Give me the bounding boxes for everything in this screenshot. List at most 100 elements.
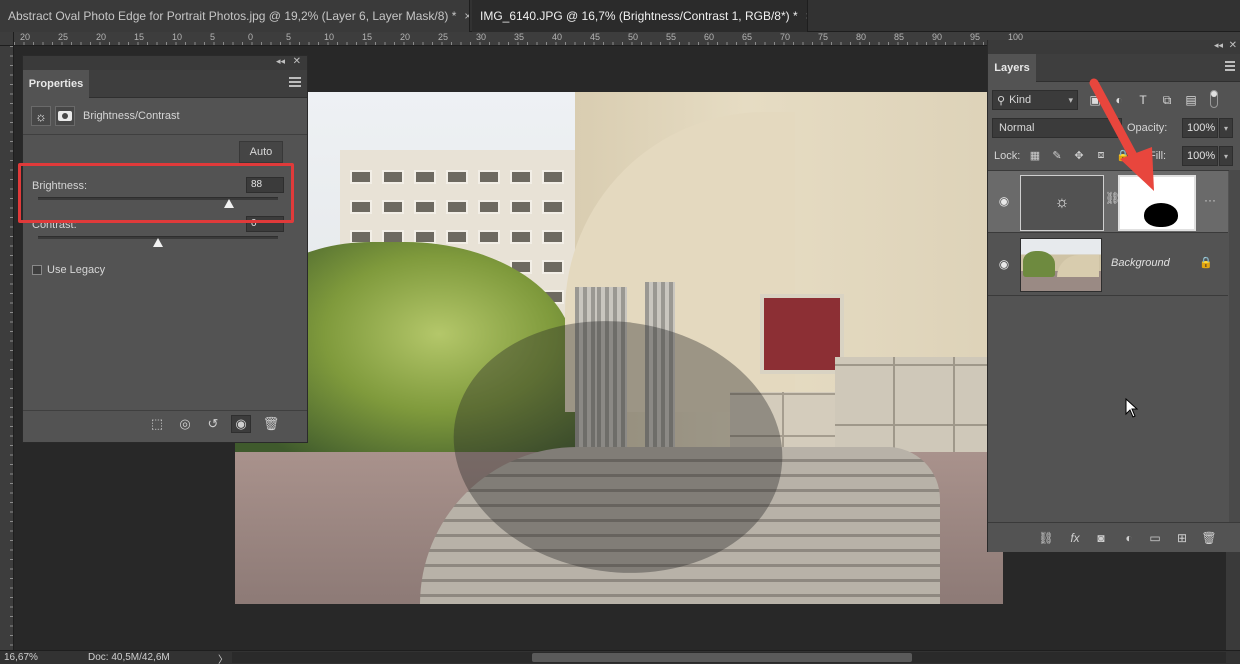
background-thumbnail[interactable] xyxy=(1020,238,1102,292)
tab-label: Abstract Oval Photo Edge for Portrait Ph… xyxy=(8,9,457,23)
photo-window xyxy=(510,170,532,184)
status-menu-arrow-icon[interactable]: 〉 xyxy=(218,651,228,664)
document-canvas[interactable] xyxy=(235,92,1003,604)
lock-label: Lock: xyxy=(994,150,1021,162)
ruler-number: 50 xyxy=(628,32,639,42)
properties-footer: ⬚ ◎ ↺ ◉ 🗑 xyxy=(23,410,307,436)
tab-img-6140-document[interactable]: IMG_6140.JPG @ 16,7% (Brightness/Contras… xyxy=(472,0,808,32)
eye-icon[interactable]: ◉ xyxy=(996,256,1012,272)
layer-mask-icon[interactable] xyxy=(55,106,75,126)
layer-row-background[interactable]: ◉ Background 🔒 xyxy=(988,234,1228,296)
tab-layers[interactable]: Layers xyxy=(988,54,1036,82)
properties-tab-row: Properties xyxy=(23,70,307,98)
lock-transparent-icon[interactable]: ▦ xyxy=(1026,146,1044,164)
ruler-number: 20 xyxy=(20,32,31,42)
fill-dropdown-icon[interactable]: ▾ xyxy=(1219,146,1233,166)
vertical-ruler[interactable] xyxy=(0,46,14,650)
photo-window xyxy=(478,200,500,214)
vertical-scrollbar[interactable] xyxy=(1226,552,1240,650)
photo-window xyxy=(446,230,468,244)
new-adjustment-icon[interactable]: ◐ xyxy=(1119,529,1139,547)
ruler-number: 45 xyxy=(590,32,601,42)
tab-close-icon[interactable]: × xyxy=(456,9,469,23)
photo-window xyxy=(446,200,468,214)
status-bar: 16,67% Doc: 40,5M/42,6M 〉 xyxy=(0,650,1240,664)
zoom-level[interactable]: 16,67% xyxy=(4,652,38,663)
adjustment-title: Brightness/Contrast xyxy=(83,110,180,122)
delete-layer-icon[interactable]: 🗑 xyxy=(1199,529,1219,547)
close-icon[interactable]: ✕ xyxy=(293,56,301,67)
red-arrow-annotation xyxy=(1089,78,1154,191)
ruler-number: 70 xyxy=(780,32,791,42)
collapse-icon[interactable]: ◂◂ xyxy=(276,56,285,67)
photo-window xyxy=(382,200,404,214)
close-icon[interactable]: ✕ xyxy=(1229,40,1237,51)
photo-window xyxy=(478,230,500,244)
shape-filter-icon[interactable]: ⧉ xyxy=(1158,90,1176,110)
mask-shape xyxy=(1144,203,1178,227)
fill-field[interactable]: 100% xyxy=(1182,146,1218,166)
clip-to-layer-icon[interactable]: ⬚ xyxy=(147,415,167,433)
reset-icon[interactable]: ↺ xyxy=(203,415,223,433)
ruler-number: 95 xyxy=(970,32,981,42)
ruler-number: 25 xyxy=(438,32,449,42)
auto-button[interactable]: Auto xyxy=(239,141,283,163)
toggle-visibility-icon[interactable]: ◉ xyxy=(231,415,251,433)
background-layer-name[interactable]: Background xyxy=(1111,257,1170,269)
tab-properties[interactable]: Properties xyxy=(23,70,89,98)
ruler-number: 35 xyxy=(514,32,525,42)
search-icon: ⚲ xyxy=(997,94,1006,107)
photo-poster xyxy=(760,294,844,374)
smart-object-filter-icon[interactable]: ▤ xyxy=(1182,90,1200,110)
ruler-number: 10 xyxy=(172,32,183,42)
panel-menu-icon[interactable] xyxy=(289,77,301,87)
fx-icon[interactable]: fx xyxy=(1065,529,1085,547)
eye-icon[interactable]: ◉ xyxy=(996,193,1012,209)
link-layers-icon[interactable]: ⛓ xyxy=(1036,529,1056,547)
new-group-icon[interactable]: ▭ xyxy=(1145,529,1165,547)
view-previous-state-icon[interactable]: ◎ xyxy=(175,415,195,433)
layers-titlebar[interactable]: ◂◂ ✕ xyxy=(988,40,1240,54)
properties-panel: ◂◂ ✕ Properties ☼ Brightness/Contrast Au… xyxy=(22,55,308,443)
brightness-highlight-box xyxy=(18,163,294,223)
add-mask-icon[interactable]: ◙ xyxy=(1091,529,1111,547)
delete-adjustment-icon[interactable]: 🗑 xyxy=(261,415,281,433)
contrast-slider-thumb[interactable] xyxy=(153,238,163,247)
divider xyxy=(23,134,307,135)
tab-close-icon[interactable]: × xyxy=(798,9,807,23)
document-tab-bar: Abstract Oval Photo Edge for Portrait Ph… xyxy=(0,0,1240,32)
ruler-number: 65 xyxy=(742,32,753,42)
more-icon[interactable]: ··· xyxy=(1204,193,1216,207)
lock-icon[interactable]: 🔒 xyxy=(1199,256,1213,269)
horizontal-scrollbar[interactable] xyxy=(232,652,1226,663)
new-layer-icon[interactable]: ⊞ xyxy=(1172,529,1192,547)
ruler-corner[interactable] xyxy=(0,32,14,46)
ruler-number: 85 xyxy=(894,32,905,42)
photo-window xyxy=(542,200,564,214)
chevron-down-icon: ▾ xyxy=(1068,94,1073,105)
ruler-number: 90 xyxy=(932,32,943,42)
brightness-contrast-icon[interactable]: ☼ xyxy=(31,106,51,126)
properties-titlebar[interactable]: ◂◂ ✕ xyxy=(23,56,307,70)
panel-menu-icon[interactable] xyxy=(1225,61,1235,71)
photo-window xyxy=(510,200,532,214)
opacity-field[interactable]: 100% xyxy=(1182,118,1218,138)
collapse-icon[interactable]: ◂◂ xyxy=(1214,40,1223,51)
use-legacy-checkbox[interactable] xyxy=(32,265,42,275)
photo-window xyxy=(414,170,436,184)
tab-abstract-oval-document[interactable]: Abstract Oval Photo Edge for Portrait Ph… xyxy=(0,0,470,32)
layers-scrollbar[interactable] xyxy=(1229,170,1240,522)
photo-window xyxy=(350,170,372,184)
opacity-dropdown-icon[interactable]: ▾ xyxy=(1219,118,1233,138)
use-legacy-option[interactable]: Use Legacy xyxy=(32,264,105,276)
photo-window xyxy=(542,170,564,184)
filter-kind-select[interactable]: ⚲ Kind ▾ xyxy=(992,90,1078,110)
use-legacy-label: Use Legacy xyxy=(47,264,106,276)
photo-window xyxy=(446,170,468,184)
lock-image-icon[interactable]: ✎ xyxy=(1048,146,1066,164)
mouse-cursor-icon xyxy=(1125,398,1139,418)
photo-window xyxy=(382,170,404,184)
scrollbar-thumb[interactable] xyxy=(532,653,912,662)
ruler-number: 40 xyxy=(552,32,563,42)
filter-toggle[interactable] xyxy=(1210,90,1218,108)
